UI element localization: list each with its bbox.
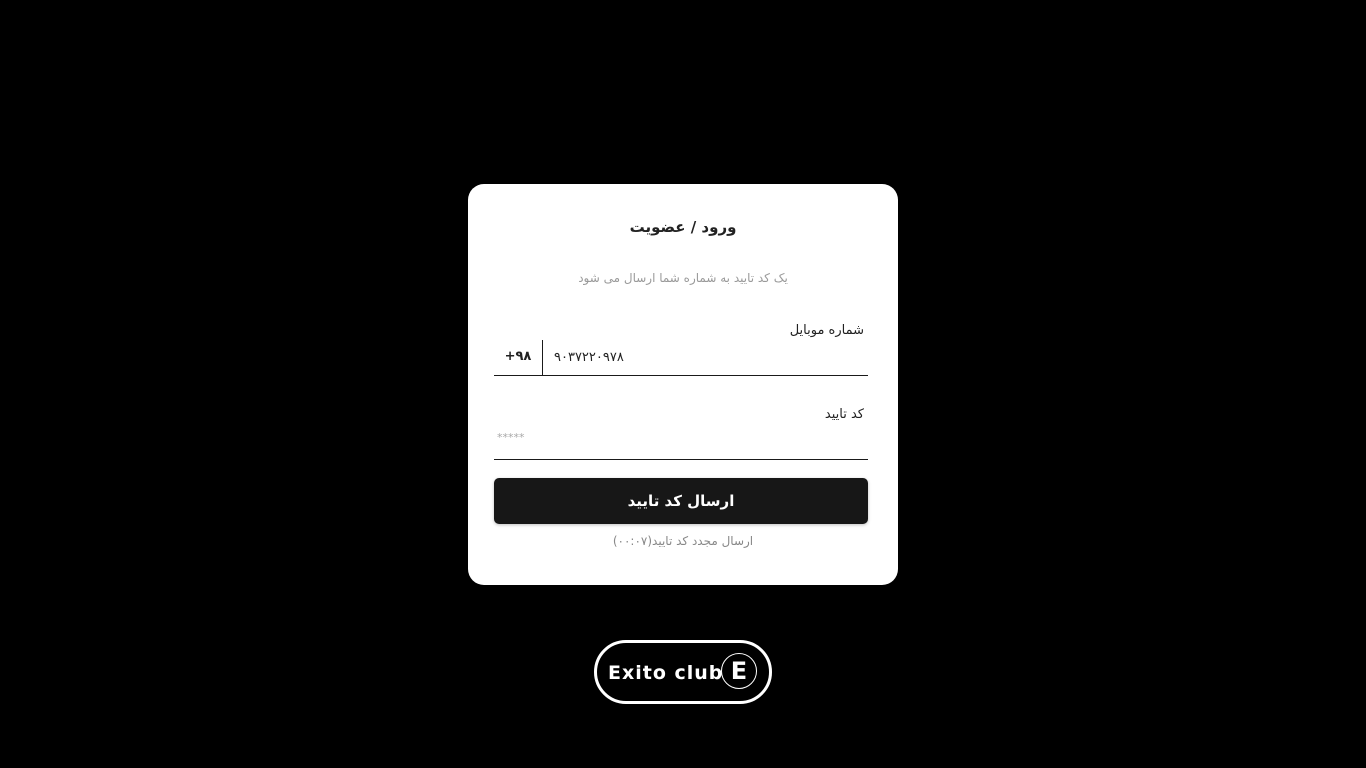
send-code-button[interactable]: ارسال کد تایید	[494, 478, 868, 524]
code-input[interactable]	[497, 424, 857, 450]
logo-text: Exito club	[608, 662, 724, 684]
phone-input[interactable]	[554, 340, 854, 374]
logo-mark-icon: E	[721, 653, 757, 689]
phone-label: شماره موبایل	[789, 323, 864, 338]
subtitle: یک کد تایید به شماره شما ارسال می شود	[578, 271, 788, 285]
resend-code-link[interactable]: ارسال مجدد کد تایید(۰۰:۰۷)	[468, 534, 898, 548]
page-title: ورود / عضویت	[629, 218, 737, 236]
login-card: ورود / عضویت یک کد تایید به شماره شما ار…	[468, 184, 898, 585]
phone-field: +۹۸	[494, 340, 868, 376]
code-label: کد تایید	[824, 407, 864, 422]
country-code: +۹۸	[494, 340, 543, 375]
code-field	[494, 424, 868, 460]
logo: Exito club E	[594, 640, 772, 704]
